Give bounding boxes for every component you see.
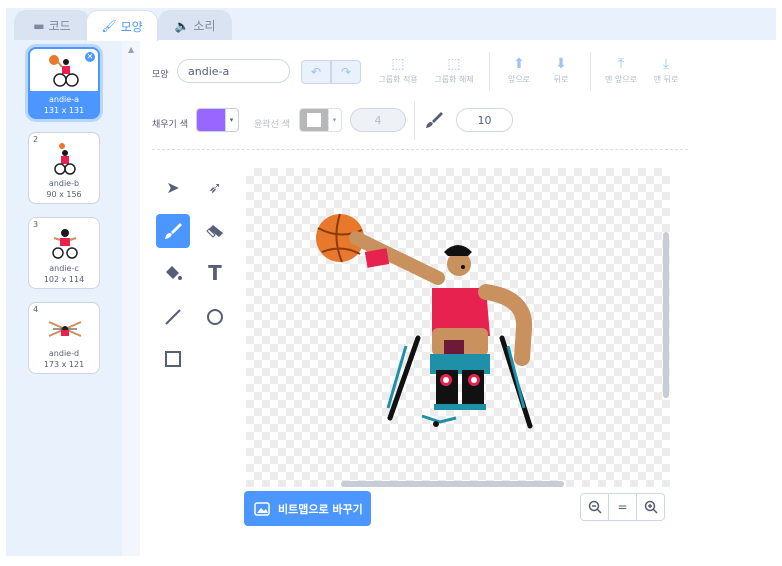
costume-name-label: 모양	[152, 70, 169, 80]
arrow-cursor-icon: ➤	[166, 177, 180, 197]
outline-color-picker[interactable]: ▾	[299, 108, 342, 132]
text-icon: T	[208, 261, 222, 285]
outline-width-input[interactable]: 4	[350, 108, 406, 132]
costume-item[interactable]: 4 andie-d 173 x 121	[28, 302, 100, 374]
tab-costumes[interactable]: 🖌 모양	[86, 10, 158, 41]
fill-color-swatch	[197, 109, 225, 131]
scroll-up-icon[interactable]: ▲	[128, 45, 134, 54]
canvas-horizontal-scrollbar[interactable]	[341, 481, 564, 487]
select-tool[interactable]: ➤	[156, 170, 190, 204]
convert-to-bitmap-button[interactable]: 비트맵으로 바꾸기	[244, 491, 371, 526]
costume-item[interactable]: ✕ 1 andie-a 131 x 131	[28, 47, 100, 119]
separator	[414, 102, 415, 140]
costume-size: 102 x 114	[43, 275, 85, 284]
canvas-vertical-scrollbar[interactable]	[663, 232, 669, 398]
costume-name: andie-b	[48, 179, 80, 188]
rectangle-icon	[165, 351, 181, 367]
ungroup-button[interactable]: ⬚ 그룹화 해제	[426, 54, 482, 85]
separator	[590, 52, 591, 90]
tab-bar: ▬ 코드 🖌 모양 🔈 소리	[6, 8, 776, 41]
ungroup-icon: ⬚	[447, 56, 461, 72]
brush-size-icon	[424, 110, 444, 134]
brush-tool[interactable]	[156, 214, 190, 248]
reshape-icon: ➶	[208, 177, 222, 197]
rectangle-tool[interactable]	[156, 342, 190, 376]
costume-name: andie-d	[48, 349, 80, 358]
costume-size: 173 x 121	[43, 360, 85, 369]
chevron-down-icon: ▾	[328, 109, 340, 131]
tab-code[interactable]: ▬ 코드	[14, 10, 90, 40]
code-icon: ▬	[33, 18, 45, 33]
undo-button[interactable]: ↶	[301, 60, 331, 84]
brush-size-input[interactable]: 10	[456, 108, 513, 132]
costume-name-input[interactable]: andie-a	[177, 59, 290, 83]
separator	[489, 52, 490, 90]
reshape-tool[interactable]: ➶	[198, 170, 232, 204]
fill-color-picker[interactable]: ▾	[196, 108, 239, 132]
costume-thumbnail	[43, 311, 87, 347]
fill-label: 채우기 색	[152, 120, 188, 130]
chevron-down-icon: ▾	[225, 109, 237, 131]
group-button[interactable]: ⬚ 그룹화 적용	[370, 54, 426, 85]
paint-bucket-icon	[166, 266, 182, 280]
group-icon: ⬚	[391, 56, 405, 72]
zoom-out-button[interactable]	[580, 493, 609, 521]
redo-icon: ↷	[340, 65, 352, 79]
image-icon	[254, 501, 270, 516]
redo-button[interactable]: ↷	[331, 60, 361, 84]
line-icon	[165, 309, 181, 325]
zoom-reset-icon: =	[617, 500, 628, 514]
brush-icon	[165, 223, 182, 239]
zoom-in-icon	[644, 500, 658, 514]
paint-canvas[interactable]	[246, 168, 670, 487]
costume-name: andie-c	[49, 264, 79, 273]
costume-size: 90 x 156	[46, 190, 82, 199]
text-tool[interactable]: T	[198, 256, 232, 290]
line-tool[interactable]	[156, 300, 190, 334]
costume-name: andie-a	[49, 95, 79, 104]
zoom-reset-button[interactable]: =	[608, 493, 637, 521]
circle-icon	[207, 309, 223, 325]
circle-tool[interactable]	[198, 300, 232, 334]
sound-icon: 🔈	[174, 18, 190, 33]
costume-thumbnail	[43, 226, 87, 262]
tab-sounds[interactable]: 🔈 소리	[158, 10, 232, 40]
costume-list-scrollbar[interactable]	[122, 40, 140, 556]
costume-thumbnail	[43, 141, 87, 177]
divider	[152, 149, 688, 150]
costume-size: 131 x 131	[43, 106, 85, 115]
delete-costume-icon[interactable]: ✕	[84, 51, 96, 63]
arrow-down-icon: ⬇	[555, 56, 567, 72]
costume-drawing	[316, 213, 533, 429]
outline-label: 윤곽선 색	[254, 120, 290, 130]
brush-icon: 🖌	[101, 19, 117, 33]
costume-item[interactable]: 2 andie-b 90 x 156	[28, 132, 100, 204]
arrow-bottom-icon: ⤓	[662, 56, 670, 72]
fill-tool[interactable]	[156, 256, 190, 290]
paint-editor-window: ▬ 코드 🖌 모양 🔈 소리 ▲ ✕ 1 andie-a 131 x 131 2…	[0, 0, 782, 566]
eraser-icon	[206, 225, 223, 238]
costume-item[interactable]: 3 andie-c 102 x 114	[28, 217, 100, 289]
costume-list: ▲ ✕ 1 andie-a 131 x 131 2 andie-b 90 x 1…	[6, 40, 140, 556]
back-button[interactable]: ⤓ 맨 뒤로	[638, 54, 694, 85]
zoom-in-button[interactable]	[636, 493, 665, 521]
undo-icon: ↶	[310, 65, 322, 79]
outline-color-swatch	[300, 109, 328, 131]
backward-button[interactable]: ⬇ 뒤로	[533, 54, 589, 85]
zoom-out-icon	[588, 500, 602, 514]
eraser-tool[interactable]	[198, 214, 232, 248]
